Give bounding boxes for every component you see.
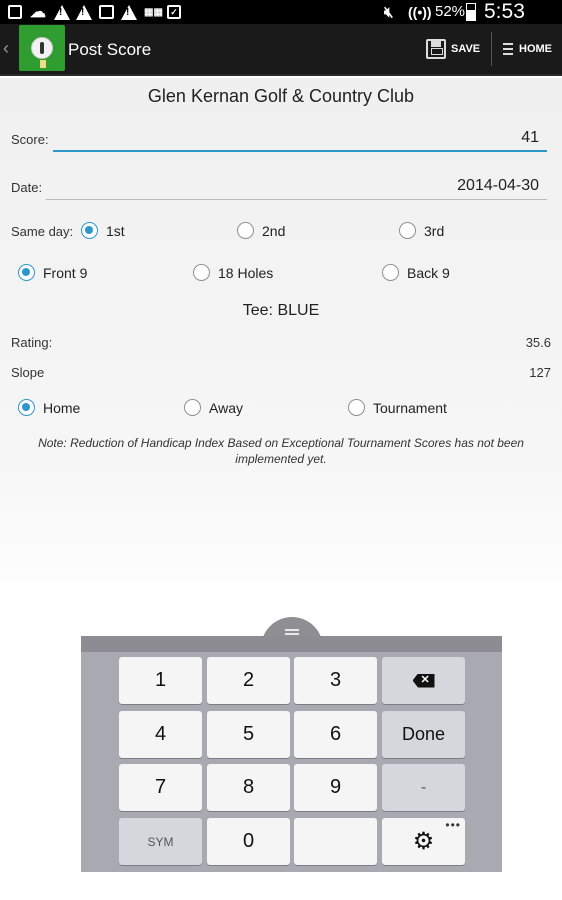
back-chevron-icon[interactable]: ‹ — [3, 38, 9, 59]
radio-label: Back 9 — [407, 264, 450, 281]
radio-label: Home — [43, 399, 81, 416]
home-label: HOME — [519, 43, 552, 55]
image-icon — [8, 4, 22, 20]
home-button[interactable]: HOME — [503, 36, 552, 62]
score-input[interactable]: 41 — [60, 129, 539, 147]
key-9[interactable]: 9 — [294, 764, 377, 811]
radio-label: Away — [209, 399, 243, 416]
radio-unchecked-icon — [184, 399, 201, 416]
radio-checked-icon — [18, 264, 35, 281]
radio-label: Tournament — [373, 399, 447, 416]
backspace-icon — [412, 673, 435, 688]
same-day-3rd-radio[interactable]: 3rd — [399, 222, 444, 239]
warning-icon: ! — [76, 4, 92, 20]
wifi-icon: ((•)) — [408, 4, 432, 20]
settings-key[interactable]: ⚙ ••• — [382, 818, 465, 865]
golf-ball-icon — [31, 37, 53, 59]
radio-label: 1st — [106, 222, 125, 239]
key-0[interactable]: 0 — [207, 818, 290, 865]
date-label: Date: — [11, 180, 43, 195]
gear-icon: ⚙ — [412, 828, 435, 855]
battery-icon — [466, 3, 476, 21]
upload-icon: ☁ — [30, 4, 46, 21]
key-1[interactable]: 1 — [119, 657, 202, 704]
date-input[interactable]: 2014-04-30 — [60, 177, 539, 195]
golf-tee-icon — [40, 60, 46, 68]
radio-checked-icon — [18, 399, 35, 416]
key-3[interactable]: 3 — [294, 657, 377, 704]
rating-value: 35.6 — [525, 335, 551, 350]
away-radio[interactable]: Away — [184, 399, 243, 416]
score-label: Score: — [11, 132, 49, 147]
club-name: Glen Kernan Golf & Country Club — [147, 86, 415, 106]
slope-label: Slope — [11, 365, 45, 380]
screen-title: Post Score — [68, 40, 152, 59]
front-9-radio[interactable]: Front 9 — [18, 264, 87, 281]
space-key[interactable] — [294, 818, 377, 865]
warning-icon: ! — [54, 4, 70, 20]
tournament-radio[interactable]: Tournament — [348, 399, 447, 416]
home-radio[interactable]: Home — [18, 399, 80, 416]
date-input-underline — [46, 199, 547, 200]
slope-value: 127 — [529, 365, 551, 380]
menu-icon — [503, 43, 513, 55]
key-2[interactable]: 2 — [207, 657, 290, 704]
numeric-keyboard: 1 2 3 4 5 6 Done 7 8 9 - SYM 0 ⚙ ••• — [81, 636, 502, 872]
more-dots-icon: ••• — [445, 818, 461, 832]
rating-label: Rating: — [11, 335, 53, 350]
clipboard-check-icon: ✓ — [167, 4, 181, 20]
radio-unchecked-icon — [237, 222, 254, 239]
play-store-icon — [99, 4, 114, 20]
same-day-1st-radio[interactable]: 1st — [81, 222, 125, 239]
key-6[interactable]: 6 — [294, 711, 377, 758]
handicap-note: Note: Reduction of Handicap Index Based … — [38, 436, 524, 466]
backspace-key[interactable] — [382, 657, 465, 704]
key-8[interactable]: 8 — [207, 764, 290, 811]
keyboard-icon: ▦▦ — [144, 6, 163, 18]
18-holes-radio[interactable]: 18 Holes — [193, 264, 273, 281]
action-divider — [491, 32, 492, 66]
radio-label: Front 9 — [43, 264, 88, 281]
minus-key[interactable]: - — [382, 764, 465, 811]
key-4[interactable]: 4 — [119, 711, 202, 758]
action-bar: ‹ Post Score SAVE HOME — [0, 24, 562, 76]
same-day-2nd-radio[interactable]: 2nd — [237, 222, 285, 239]
same-day-label: Same day: — [11, 224, 74, 239]
radio-label: 3rd — [424, 222, 445, 239]
battery-percent: 52% — [435, 3, 466, 20]
radio-unchecked-icon — [348, 399, 365, 416]
radio-unchecked-icon — [382, 264, 399, 281]
done-key[interactable]: Done — [382, 711, 465, 758]
radio-label: 2nd — [262, 222, 286, 239]
sym-key[interactable]: SYM — [119, 818, 202, 865]
save-button[interactable]: SAVE — [426, 36, 480, 62]
radio-unchecked-icon — [399, 222, 416, 239]
tee-label: Tee: BLUE — [242, 302, 320, 319]
key-5[interactable]: 5 — [207, 711, 290, 758]
warning-icon: ! — [121, 4, 137, 20]
score-input-underline — [53, 150, 547, 152]
status-bar: ☁ ! ! ! ▦▦ ✓ 🔇︎ ((•)) 52% 5:53 PM — [0, 0, 562, 47]
key-7[interactable]: 7 — [119, 764, 202, 811]
save-label: SAVE — [451, 43, 481, 55]
radio-checked-icon — [81, 222, 98, 239]
back-9-radio[interactable]: Back 9 — [382, 264, 450, 281]
radio-unchecked-icon — [193, 264, 210, 281]
floppy-disk-icon — [426, 39, 446, 59]
drag-handle-icon — [285, 629, 299, 635]
mute-icon: 🔇︎ — [384, 3, 394, 21]
radio-label: 18 Holes — [218, 264, 274, 281]
